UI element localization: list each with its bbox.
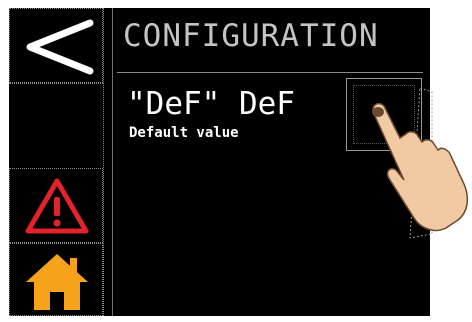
- back-arrow-icon: [26, 19, 94, 75]
- divider-right: [112, 8, 113, 316]
- parameter-code: "DeF" DeF: [127, 86, 295, 122]
- warning-triangle-icon: [25, 178, 89, 234]
- back-button[interactable]: [9, 8, 103, 83]
- home-button[interactable]: [9, 243, 103, 316]
- parameter-description: Default value: [129, 125, 239, 141]
- page-title: CONFIGURATION: [123, 18, 379, 54]
- alarm-button[interactable]: [9, 168, 103, 243]
- title-underline: [117, 72, 423, 73]
- pointing-hand-icon: [372, 88, 469, 238]
- home-icon: [26, 254, 88, 310]
